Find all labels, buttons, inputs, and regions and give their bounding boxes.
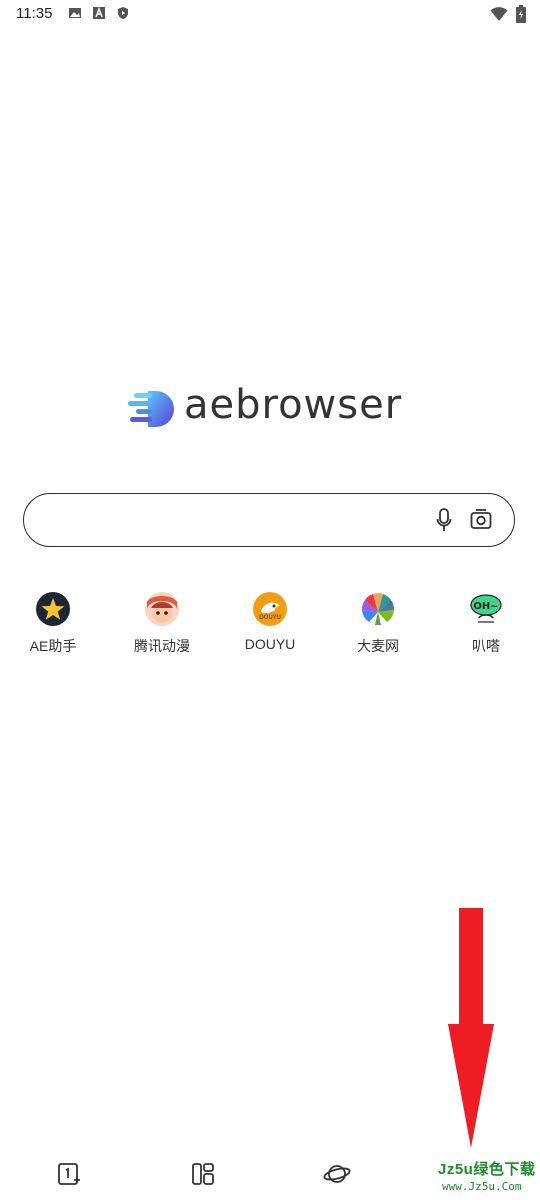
red-down-arrow-annotation: [448, 908, 494, 1148]
layout-icon[interactable]: [189, 1160, 217, 1188]
status-icons-left: [68, 6, 130, 20]
shortcut-label: 叭嗒: [472, 638, 500, 654]
status-icons-right: [490, 5, 526, 23]
aebrowser-logo: aebrowser: [126, 382, 416, 432]
shortcut-label: DOUYU: [244, 636, 296, 652]
shortcut-label: AE助手: [29, 638, 77, 654]
logo-mark-icon: [128, 391, 174, 427]
watermark-title: Jz5u绿色下载: [438, 1161, 536, 1178]
camera-lens-icon[interactable]: [470, 508, 492, 530]
quick-shortcuts: AE助手 腾讯动漫 DOUYU DOUYU 大麦网 OH~ 叭嗒: [0, 592, 540, 662]
status-time: 11:35: [16, 5, 53, 22]
new-tab-icon[interactable]: [55, 1160, 83, 1188]
a-box-icon: [93, 6, 105, 19]
svg-text:OH~: OH~: [473, 601, 498, 612]
planet-icon[interactable]: [323, 1160, 351, 1188]
damai-fan-icon: [361, 592, 395, 626]
star-icon: [36, 592, 70, 626]
watermark-url: www.Jz5u.Com: [442, 1180, 522, 1193]
anime-face-icon: [145, 592, 179, 626]
shortcut-damai[interactable]: 大麦网: [333, 592, 423, 656]
shortcut-bada[interactable]: OH~ 叭嗒: [441, 592, 531, 656]
shortcut-label: 大麦网: [357, 638, 399, 654]
shortcut-douyu[interactable]: DOUYU DOUYU: [225, 592, 315, 652]
mic-icon[interactable]: [436, 508, 452, 534]
shield-play-icon: [118, 7, 128, 19]
image-icon: [69, 8, 81, 18]
svg-text:DOUYU: DOUYU: [259, 614, 281, 621]
wifi-icon: [490, 7, 508, 21]
shortcut-tencent-comic[interactable]: 腾讯动漫: [117, 592, 207, 656]
shortcut-ae-helper[interactable]: AE助手: [8, 592, 98, 656]
status-bar: 11:35: [0, 0, 540, 28]
logo-text: aebrowser: [184, 382, 403, 428]
douyu-shark-icon: DOUYU: [253, 592, 287, 626]
shortcut-label: 腾讯动漫: [134, 638, 190, 654]
site-watermark: Jz5u绿色下载 www.Jz5u.Com: [436, 1158, 540, 1200]
battery-icon: [516, 5, 526, 23]
bada-bubble-icon: OH~: [469, 592, 503, 626]
search-input[interactable]: [23, 493, 515, 547]
